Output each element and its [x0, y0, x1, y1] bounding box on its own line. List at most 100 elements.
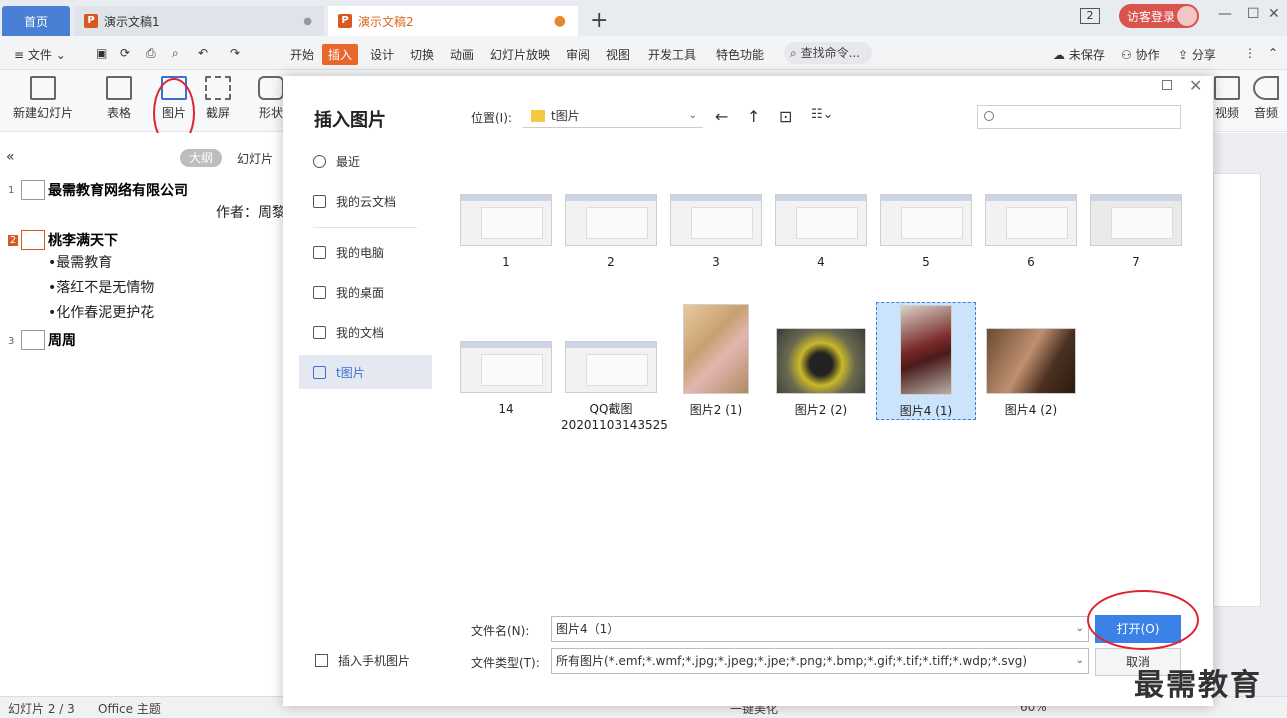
- window-count[interactable]: 2: [1080, 8, 1100, 24]
- slide-thumb-2[interactable]: [21, 230, 45, 250]
- new-slide-label: 新建幻灯片: [12, 106, 73, 120]
- slide-2-title[interactable]: 桃李满天下: [48, 230, 118, 250]
- maximize-icon[interactable]: ☐: [1247, 6, 1260, 22]
- collab-button[interactable]: ⚇ 协作: [1121, 46, 1160, 63]
- chevron-down-icon[interactable]: ⌄: [1076, 617, 1084, 641]
- file-item[interactable]: 4: [771, 194, 871, 270]
- tab-document-1-label: 演示文稿1: [104, 14, 160, 29]
- sidebar-item-computer[interactable]: 我的电脑: [299, 235, 432, 269]
- sidebar-item-documents[interactable]: 我的文档: [299, 315, 432, 349]
- file-item[interactable]: 3: [666, 194, 766, 270]
- sidebar-item-tpictures[interactable]: t图片: [299, 355, 432, 389]
- theme-name[interactable]: Office 主题: [98, 700, 161, 717]
- new-slide-button[interactable]: 新建幻灯片: [10, 76, 76, 121]
- up-arrow-icon[interactable]: ↑: [747, 107, 760, 126]
- tab-slides[interactable]: 幻灯片: [237, 150, 273, 167]
- view-mode-icon[interactable]: ☷⌄: [811, 107, 834, 122]
- table-button[interactable]: 表格: [100, 76, 138, 121]
- file-item[interactable]: 6: [981, 194, 1081, 270]
- file-menu[interactable]: ≡ 文件 ⌄: [14, 46, 66, 63]
- collapse-ribbon-icon[interactable]: ⌃: [1268, 46, 1278, 60]
- close-tab-icon[interactable]: ●: [303, 16, 312, 27]
- menu-developer[interactable]: 开发工具: [648, 46, 696, 63]
- print-icon[interactable]: ⎙: [146, 46, 156, 61]
- tab-home[interactable]: 首页: [2, 6, 70, 36]
- share-button[interactable]: ⇪ 分享: [1178, 46, 1216, 63]
- tab-document-2[interactable]: P 演示文稿2 ●: [328, 6, 578, 36]
- back-arrow-icon[interactable]: ←: [715, 107, 728, 126]
- sidebar-item-recent[interactable]: 最近: [299, 144, 432, 178]
- screenshot-button[interactable]: 截屏: [200, 76, 236, 121]
- file-thumbnail: [460, 341, 552, 393]
- dialog-close-icon[interactable]: ✕: [1189, 76, 1202, 95]
- command-search[interactable]: ⌕ 查找命令...: [784, 42, 872, 64]
- file-item[interactable]: 14: [456, 341, 556, 417]
- insert-picture-dialog: 插入图片 最近 我的云文档 我的电脑 我的桌面 我的文档 t图片 插入手机图片 …: [283, 76, 1213, 706]
- shape-button[interactable]: 形状: [256, 76, 286, 121]
- watermark: 最需教育: [1134, 668, 1262, 703]
- insert-phone-picture-link[interactable]: 插入手机图片: [315, 652, 410, 669]
- file-name: 图片2 (1): [689, 403, 743, 417]
- unsaved-dot-icon[interactable]: ●: [554, 13, 566, 29]
- tab-document-1[interactable]: P 演示文稿1 ●: [74, 6, 324, 36]
- menu-start[interactable]: 开始: [290, 46, 314, 63]
- save-icon[interactable]: ▣: [96, 46, 107, 60]
- unsaved-button[interactable]: ☁ 未保存: [1053, 46, 1105, 63]
- audio-button[interactable]: 音频: [1249, 76, 1283, 121]
- filename-label: 文件名(N):: [471, 624, 530, 638]
- sidebar-item-desktop[interactable]: 我的桌面: [299, 275, 432, 309]
- insert-phone-picture-label: 插入手机图片: [338, 654, 411, 668]
- menu-design[interactable]: 设计: [370, 46, 394, 63]
- slide-2-bullet[interactable]: •最需教育: [48, 252, 112, 272]
- menu-slideshow[interactable]: 幻灯片放映: [490, 46, 550, 63]
- documents-icon: [313, 325, 326, 339]
- file-thumbnail: [565, 194, 657, 246]
- menu-insert[interactable]: 插入: [322, 44, 359, 65]
- login-button[interactable]: 访客登录: [1119, 4, 1199, 28]
- filetype-select[interactable]: 所有图片(*.emf;*.wmf;*.jpg;*.jpeg;*.jpe;*.pn…: [551, 648, 1089, 674]
- file-item[interactable]: 图片4 (2): [981, 328, 1081, 418]
- file-item[interactable]: 5: [876, 194, 976, 270]
- menu-transition[interactable]: 切换: [410, 46, 434, 63]
- video-button[interactable]: 视频: [1213, 76, 1241, 121]
- slide-2-bullet[interactable]: •化作春泥更护花: [48, 302, 154, 322]
- file-item-selected[interactable]: 图片4 (1): [876, 302, 976, 420]
- new-folder-icon[interactable]: ⊡: [779, 107, 792, 126]
- sidebar-item-cloud[interactable]: 我的云文档: [299, 184, 432, 218]
- file-item[interactable]: QQ截图 20201103143525: [561, 341, 668, 433]
- file-item[interactable]: 2: [561, 194, 661, 270]
- location-select[interactable]: t图片 ⌄: [523, 104, 703, 128]
- minimize-icon[interactable]: —: [1218, 6, 1232, 22]
- brush-icon[interactable]: ⟳: [120, 46, 130, 60]
- slide-canvas[interactable]: [1213, 173, 1261, 607]
- slide-3-title[interactable]: 周周: [48, 330, 76, 350]
- undo-icon[interactable]: ↶: [198, 46, 208, 60]
- file-item[interactable]: 1: [456, 194, 556, 270]
- tab-outline[interactable]: 大纲: [180, 149, 222, 167]
- sidebar-item-label: 我的桌面: [336, 285, 385, 300]
- dialog-maximize-icon[interactable]: [1162, 80, 1172, 90]
- menu-view[interactable]: 视图: [606, 46, 630, 63]
- filename-input[interactable]: 图片4（1） ⌄: [551, 616, 1089, 642]
- slide-thumb-1[interactable]: [21, 180, 45, 200]
- file-search-input[interactable]: [977, 105, 1181, 129]
- slide-1-title[interactable]: 最需教育网络有限公司: [48, 180, 188, 200]
- menu-animation[interactable]: 动画: [450, 46, 474, 63]
- slide-number: 3: [8, 336, 15, 347]
- file-name: 图片2 (2): [794, 403, 848, 417]
- menu-review[interactable]: 审阅: [566, 46, 590, 63]
- file-item[interactable]: 图片2 (1): [666, 304, 766, 418]
- sidebar-divider: [313, 227, 417, 228]
- slide-1-author[interactable]: 作者：周黎: [216, 202, 286, 222]
- redo-icon[interactable]: ↷: [230, 46, 240, 60]
- preview-icon[interactable]: ⌕: [172, 46, 179, 61]
- new-tab-button[interactable]: +: [590, 8, 608, 33]
- slide-thumb-3[interactable]: [21, 330, 45, 350]
- more-icon[interactable]: ⋮: [1244, 46, 1256, 60]
- file-item[interactable]: 7: [1086, 194, 1186, 270]
- file-item[interactable]: 图片2 (2): [771, 328, 871, 418]
- slide-2-bullet[interactable]: •落红不是无情物: [48, 277, 154, 297]
- close-window-icon[interactable]: ✕: [1268, 6, 1280, 22]
- file-name: QQ截图 20201103143525: [561, 402, 668, 432]
- menu-special[interactable]: 特色功能: [716, 46, 764, 63]
